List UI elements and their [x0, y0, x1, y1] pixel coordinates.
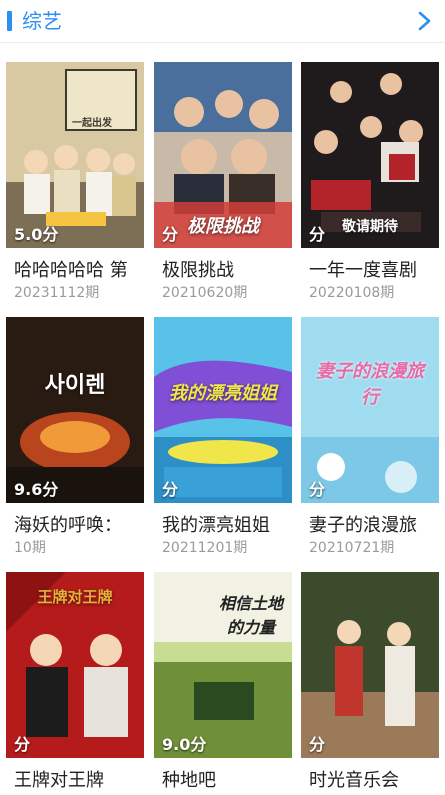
- show-episode: 20231112期: [14, 285, 100, 301]
- show-title[interactable]: 时光音乐会: [309, 766, 441, 792]
- show-title[interactable]: 哈哈哈哈哈 第: [14, 256, 146, 282]
- show-episode: 20210721期: [309, 540, 395, 556]
- show-poster[interactable]: 我的漂亮姐姐 分: [154, 317, 292, 503]
- poster-title: 相信土地的力量: [218, 594, 283, 637]
- poster-title: 王牌对王牌: [37, 588, 113, 606]
- show-episode: 10期: [14, 540, 46, 556]
- show-poster[interactable]: 极限挑战 分: [154, 62, 292, 248]
- score-badge: 9.6分: [14, 480, 59, 499]
- poster-title: 我的漂亮姐姐: [169, 383, 277, 404]
- section-header: 综艺: [0, 0, 445, 42]
- show-title[interactable]: 种地吧: [162, 766, 294, 792]
- score-badge: 分: [14, 735, 31, 754]
- chevron-right-icon[interactable]: [413, 10, 435, 32]
- poster-title: 敬请期待: [342, 219, 398, 235]
- show-poster[interactable]: 一起出发 5.0分: [6, 62, 144, 248]
- score-badge: 9.0分: [162, 735, 207, 754]
- score-badge: 分: [309, 735, 326, 754]
- show-episode: 20220108期: [309, 285, 395, 301]
- score-badge: 分: [309, 225, 326, 244]
- show-poster[interactable]: 敬请期待 分: [301, 62, 439, 248]
- show-title[interactable]: 极限挑战: [162, 256, 294, 282]
- show-poster[interactable]: 相信土地的力量 9.0分: [154, 572, 292, 758]
- show-poster[interactable]: 妻子的浪漫旅行 分: [301, 317, 439, 503]
- show-title[interactable]: 海妖的呼唤：: [14, 511, 146, 537]
- section-accent-bar: [7, 11, 12, 31]
- show-title[interactable]: 一年一度喜剧: [309, 256, 441, 282]
- score-badge: 分: [309, 480, 326, 499]
- score-badge: 分: [162, 225, 179, 244]
- section-title: 综艺: [22, 9, 62, 33]
- show-title[interactable]: 王牌对王牌: [14, 766, 146, 792]
- poster-title: 极限挑战: [187, 216, 259, 237]
- show-poster[interactable]: 王牌对王牌 分: [6, 572, 144, 758]
- show-poster[interactable]: 사이렌 9.6分: [6, 317, 144, 503]
- poster-title: 사이렌: [44, 373, 106, 398]
- show-episode: 20210620期: [162, 285, 248, 301]
- poster-title: 一起出发: [72, 118, 112, 129]
- show-poster[interactable]: 分: [301, 572, 439, 758]
- header-divider: [0, 42, 445, 43]
- show-title[interactable]: 我的漂亮姐姐: [162, 511, 294, 537]
- show-episode: 20211201期: [162, 540, 248, 556]
- poster-title: 妻子的浪漫旅行: [316, 361, 424, 408]
- score-badge: 分: [162, 480, 179, 499]
- score-badge: 5.0分: [14, 225, 59, 244]
- show-title[interactable]: 妻子的浪漫旅: [309, 511, 441, 537]
